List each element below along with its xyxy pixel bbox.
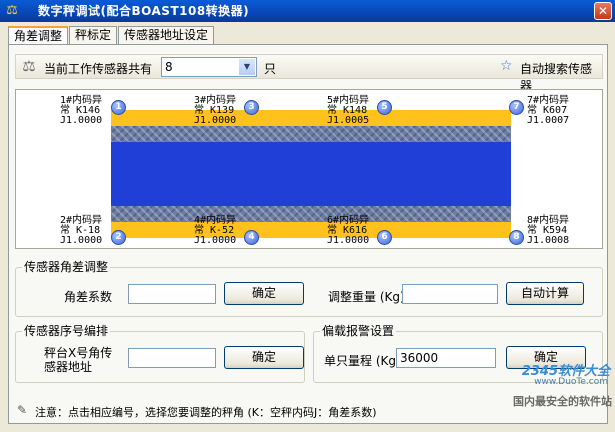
watermark-slogan: 国内最安全的软件站 [513,395,612,408]
angle-coef-input[interactable] [128,284,216,304]
sensor-order-legend: 传感器序号编排 [22,324,111,338]
tab-sensor-address[interactable]: 传感器地址设定 [118,26,215,44]
platform-plate [111,142,511,206]
platform-tread-bottom [111,206,511,222]
app-icon: ⚖ [6,3,18,18]
star-icon[interactable]: ☆ [500,58,513,74]
sensor-count-select[interactable]: 8 ▼ [161,57,257,77]
sensor-4-info: 4#内码异常 K-52 J1.0000 [194,215,237,246]
sensor-3-badge[interactable]: 3 [244,100,259,115]
angle-coef-confirm-button[interactable]: 确定 [224,282,304,305]
sensor-address-label: 秤台X号角传 感器地址 [44,346,113,374]
sensor-5-badge[interactable]: 5 [377,100,392,115]
sensor-7-badge[interactable]: 7 [509,100,524,115]
sensor-7-info: 7#内码异常 K607 J1.0007 [527,95,570,126]
overload-alarm-legend: 偏载报警设置 [320,324,397,338]
sensor-1-badge[interactable]: 1 [111,100,126,115]
watermark-url: www.DuoTe.com [534,377,608,387]
hint-bar: ✎ 注意：点击相应编号，选择您要调整的秤角 (K：空秤内码J：角差系数) [15,403,515,419]
sensor-toolbar: ⚖ 当前工作传感器共有 8 ▼ 只 ☆ 自动搜索传感器 [15,54,603,93]
hint-text: 注意：点击相应编号，选择您要调整的秤角 (K：空秤内码J：角差系数) [35,406,377,419]
angle-coef-label: 角差系数 [64,290,113,304]
sensor-8-info: 8#内码异常 K594 J1.0008 [527,215,570,246]
sensor-3-info: 3#内码异常 K139 J1.0000 [194,95,237,126]
sensor-address-confirm-button[interactable]: 确定 [224,346,304,369]
sensor-6-badge[interactable]: 6 [377,230,392,245]
tab-strip: 角差调整 秤标定 传感器地址设定 [8,26,215,45]
chevron-down-icon[interactable]: ▼ [239,59,255,75]
close-button[interactable]: ✕ [594,2,612,20]
adjust-weight-input[interactable] [402,284,498,304]
auto-calc-button[interactable]: 自动计算 [506,282,584,305]
sensor-count-unit: 只 [264,62,277,76]
tab-scale-calibration[interactable]: 秤标定 [69,26,118,44]
scale-platform [111,110,511,238]
sensor-2-info: 2#内码异常 K-18 J1.0000 [60,215,103,246]
sensor-8-badge[interactable]: 8 [509,230,524,245]
sensor-1-info: 1#内码异常 K146 J1.0000 [60,95,103,126]
platform-tread-top [111,126,511,142]
title-bar: ⚖ 数字秤调试(配合BOAST108转换器) ✕ [0,0,615,22]
window-title: 数字秤调试(配合BOAST108转换器) [38,4,250,18]
angle-adjust-legend: 传感器角差调整 [22,260,111,274]
sensor-count-value: 8 [165,60,173,74]
tab-angle-adjust[interactable]: 角差调整 [8,26,69,45]
sensor-2-badge[interactable]: 2 [111,230,126,245]
site-watermark: 2345软件大全 www.DuoTe.com 国内最安全的软件站 [476,360,614,416]
single-range-label: 单只量程 (Kg) [324,354,401,368]
scale-icon: ⚖ [22,57,36,75]
sensor-4-badge[interactable]: 4 [244,230,259,245]
sensor-address-input[interactable] [128,348,216,368]
sensor-count-label: 当前工作传感器共有 [44,62,153,76]
adjust-weight-label: 调整重量 (Kg) [328,290,405,304]
angle-adjust-group: 传感器角差调整 角差系数 确定 调整重量 (Kg) 自动计算 [15,260,603,317]
scale-platform-diagram: 1#内码异常 K146 J1.0000 1 3#内码异常 K139 J1.0000 … [15,89,603,249]
sensor-order-group: 传感器序号编排 秤台X号角传 感器地址 确定 [15,324,305,383]
sensor-6-info: 6#内码异常 K616 J1.0000 [327,215,370,246]
sensor-5-info: 5#内码异常 K148 J1.0005 [327,95,370,126]
pencil-icon: ✎ [16,403,28,417]
